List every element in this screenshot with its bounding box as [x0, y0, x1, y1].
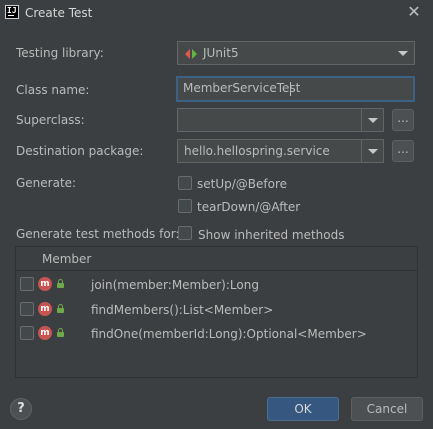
close-icon[interactable]: ✕	[405, 3, 423, 21]
ok-button[interactable]: OK	[267, 397, 339, 421]
method-icon: m	[38, 277, 52, 291]
show-inherited-label: Show inherited methods	[198, 228, 345, 242]
member-row-label[interactable]: findOne(memberId:Long):Optional<Member>	[91, 327, 367, 341]
chevron-down-icon[interactable]	[362, 140, 384, 162]
cancel-button[interactable]: Cancel	[351, 397, 423, 421]
lock-icon	[56, 279, 65, 289]
superclass-label: Superclass:	[16, 113, 85, 127]
member-row-checkbox[interactable]	[20, 326, 34, 340]
chevron-down-icon[interactable]	[362, 109, 384, 131]
teardown-checkbox[interactable]	[178, 199, 192, 213]
member-column-header: Member	[42, 252, 92, 266]
lock-icon	[56, 304, 65, 314]
class-name-value: MemberServiceTest	[183, 81, 301, 95]
setup-checkbox-label: setUp/@Before	[197, 177, 288, 191]
method-icon: m	[38, 302, 52, 316]
intellij-app-icon: IJ	[5, 5, 19, 19]
teardown-checkbox-label: tearDown/@After	[197, 200, 301, 214]
testing-library-label: Testing library:	[16, 46, 104, 60]
class-name-input[interactable]: MemberServiceTest	[176, 76, 415, 102]
help-button[interactable]: ?	[10, 398, 32, 420]
destination-package-value: hello.hellospring.service	[184, 144, 330, 158]
show-inherited-checkbox[interactable]	[178, 226, 192, 240]
text-caret	[290, 82, 291, 96]
junit-icon	[185, 48, 197, 60]
chevron-down-icon[interactable]	[392, 42, 414, 64]
superclass-combo[interactable]	[177, 108, 384, 132]
class-name-label: Class name:	[16, 83, 90, 97]
destination-package-label: Destination package:	[16, 144, 144, 158]
dialog-title: Create Test	[25, 6, 93, 20]
generate-methods-label: Generate test methods for:	[16, 227, 180, 241]
destination-package-combo[interactable]: hello.hellospring.service	[177, 139, 384, 163]
destination-package-browse-button[interactable]: ...	[392, 140, 414, 162]
testing-library-combo[interactable]: JUnit5	[177, 41, 415, 65]
generate-label: Generate:	[16, 176, 77, 190]
method-icon: m	[38, 326, 52, 340]
member-row-checkbox[interactable]	[20, 302, 34, 316]
lock-icon	[56, 328, 65, 338]
superclass-browse-button[interactable]: ...	[392, 109, 414, 131]
testing-library-value: JUnit5	[203, 46, 239, 60]
member-row-label[interactable]: join(member:Member):Long	[91, 278, 259, 292]
member-row-label[interactable]: findMembers():List<Member>	[91, 303, 273, 317]
setup-checkbox[interactable]	[178, 176, 192, 190]
member-row-checkbox[interactable]	[20, 277, 34, 291]
